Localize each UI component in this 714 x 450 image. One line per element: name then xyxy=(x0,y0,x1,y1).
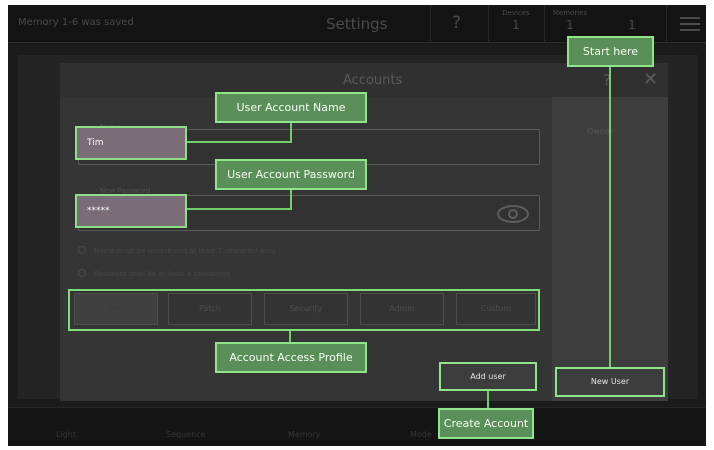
app-screen: Memory 1-6 was saved Settings ? Devices … xyxy=(8,5,706,446)
annotation-start-here: Start here xyxy=(567,36,654,67)
memories-count: 1 xyxy=(566,18,574,32)
name-input-value[interactable]: Tim xyxy=(75,126,187,160)
extra-counter[interactable]: 1 xyxy=(610,17,654,32)
eye-icon[interactable] xyxy=(496,203,530,225)
devices-label: Devices xyxy=(502,9,530,17)
bottom-tab-light[interactable]: Light xyxy=(56,430,76,439)
page-title: Settings xyxy=(326,15,388,33)
rule-indicator-icon xyxy=(78,246,86,254)
annotation-account-access-profile: Account Access Profile xyxy=(215,342,367,373)
annotation-user-account-name: User Account Name xyxy=(215,92,367,123)
status-message: Memory 1-6 was saved xyxy=(18,17,134,28)
devices-counter[interactable]: Devices 1 xyxy=(494,9,538,32)
rule-indicator-icon xyxy=(78,269,86,277)
bottom-nav-bar xyxy=(8,407,706,446)
divider xyxy=(488,5,489,43)
divider xyxy=(430,5,431,43)
bottom-tab-sequence[interactable]: Sequence xyxy=(166,430,205,439)
connector-line xyxy=(290,189,292,209)
connector-line xyxy=(609,67,611,368)
connector-line xyxy=(290,123,292,141)
bottom-tab-memory[interactable]: Memory xyxy=(288,430,321,439)
connector-line xyxy=(187,208,292,210)
divider xyxy=(544,5,545,43)
bottom-tab-mode[interactable]: Mode xyxy=(410,430,432,439)
connector-line xyxy=(187,141,292,143)
close-icon[interactable]: ✕ xyxy=(643,69,658,90)
access-profile-frame xyxy=(68,289,540,331)
connector-line xyxy=(487,391,489,409)
help-button[interactable]: ? xyxy=(452,13,461,33)
hamburger-menu-icon[interactable] xyxy=(680,17,700,31)
devices-count: 1 xyxy=(512,18,520,32)
new-user-button[interactable]: New User xyxy=(555,367,665,397)
annotation-create-account: Create Account xyxy=(438,408,534,439)
add-user-button[interactable]: Add user xyxy=(439,362,537,391)
memories-counter[interactable]: Memories 1 xyxy=(548,9,592,32)
memories-label: Memories xyxy=(552,9,588,17)
password-rule-text: Password shall be at least 4 characters xyxy=(94,270,231,278)
password-input-value[interactable]: ***** xyxy=(75,194,187,228)
divider xyxy=(666,5,667,43)
name-rule-text: Name must be unique and at least 1 chara… xyxy=(94,247,276,255)
annotation-user-account-password: User Account Password xyxy=(215,159,367,190)
dialog-title: Accounts xyxy=(343,73,403,88)
extra-count: 1 xyxy=(628,18,636,32)
